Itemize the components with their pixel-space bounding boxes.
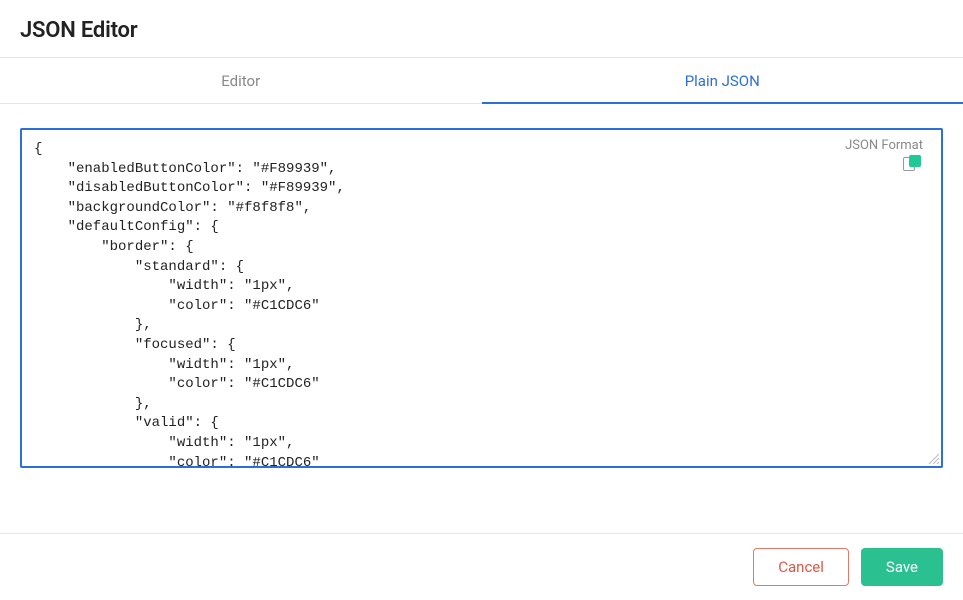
footer: Cancel Save [0,533,963,600]
tabs: Editor Plain JSON [0,58,963,104]
tab-editor[interactable]: Editor [0,58,482,104]
json-textarea[interactable] [22,130,941,466]
textarea-wrapper: JSON Format [20,128,943,468]
format-label: JSON Format [845,138,923,153]
header: JSON Editor [0,0,963,58]
save-button[interactable]: Save [861,548,943,586]
format-block: JSON Format [845,138,923,179]
tab-plain-json[interactable]: Plain JSON [482,58,963,104]
copy-icon[interactable] [903,155,923,175]
page-title: JSON Editor [20,18,943,43]
cancel-button[interactable]: Cancel [753,548,849,586]
editor-area: JSON Format [0,104,963,478]
